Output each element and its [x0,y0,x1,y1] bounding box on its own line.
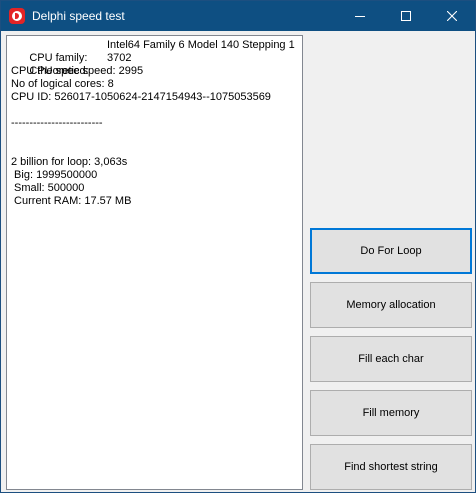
maximize-button[interactable] [383,1,429,31]
logical-cores-line: No of logical cores: 8 [11,78,114,90]
cpu-speed-value: 3702 [107,52,132,64]
delphi-app-icon[interactable] [9,8,25,24]
close-button[interactable] [429,1,475,31]
cpu-speed-line: CPU speed: 3702 [11,52,299,77]
minimize-button[interactable] [337,1,383,31]
separator-line: ------------------------- [11,117,103,129]
loop-result-line: 2 billion for loop: 3,063s [11,156,128,168]
app-window: Delphi speed test CPU family: Intel64 Fa… [0,0,476,493]
memory-allocation-button[interactable]: Memory allocation [310,282,472,328]
close-icon [447,11,457,21]
window-title: Delphi speed test [32,9,125,23]
cpu-family-line: CPU family: Intel64 Family 6 Model 140 S… [11,39,299,64]
cpu-family-value: Intel64 Family 6 Model 140 Stepping 1 [107,39,295,51]
cpu-id-line: CPU ID: 526017-1050624-2147154943--10750… [11,91,271,103]
fill-each-char-button[interactable]: Fill each char [310,336,472,382]
current-ram-line: Current RAM: 17.57 MB [11,195,132,207]
minimize-icon [355,16,365,17]
do-for-loop-button[interactable]: Do For Loop [310,228,472,274]
fill-memory-button[interactable]: Fill memory [310,390,472,436]
maximize-icon [401,11,411,21]
find-shortest-string-button[interactable]: Find shortest string [310,444,472,490]
title-bar[interactable]: Delphi speed test [1,1,475,31]
cpu-theoretic-speed-line: CPU theoretic speed: 2995 [11,65,144,77]
small-line: Small: 500000 [11,182,85,194]
log-memo[interactable]: CPU family: Intel64 Family 6 Model 140 S… [6,35,303,490]
big-line: Big: 1999500000 [11,169,98,181]
